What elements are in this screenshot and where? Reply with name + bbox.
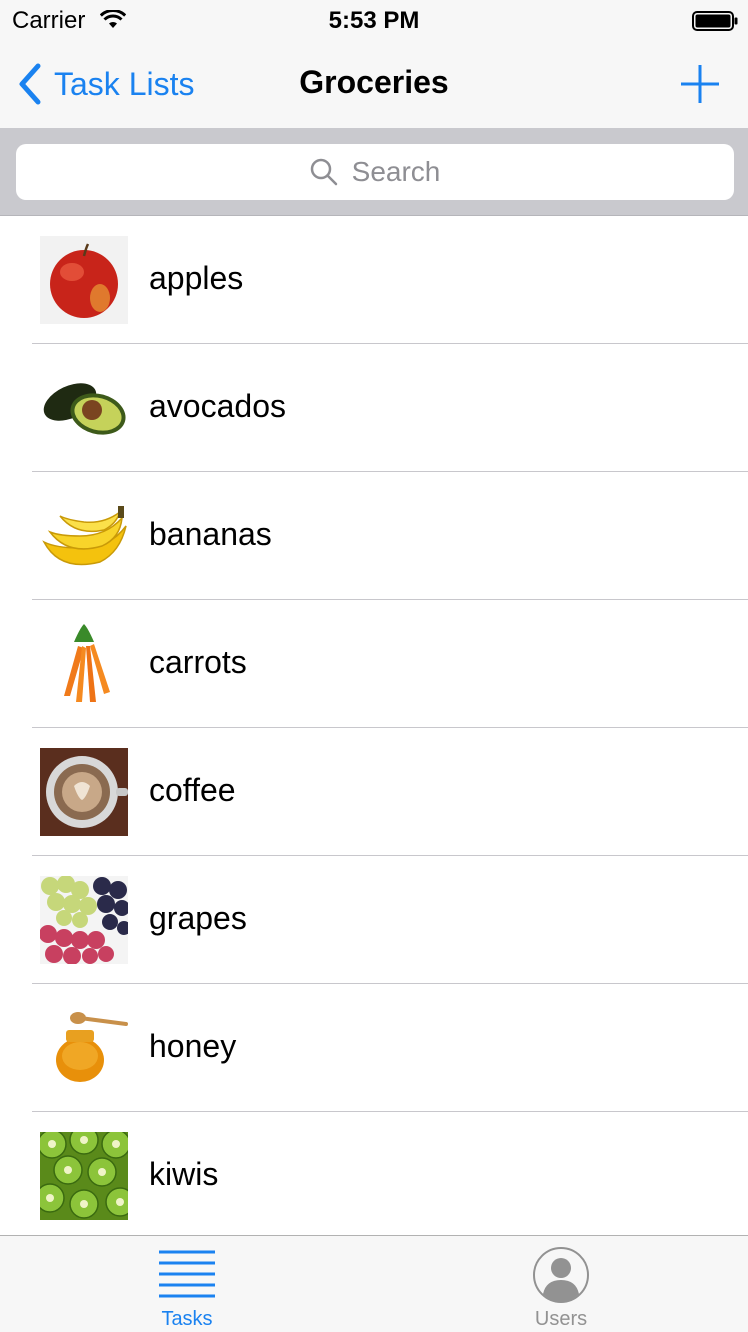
item-label: honey <box>149 1028 237 1064</box>
banana-image <box>40 492 128 580</box>
apple-image <box>40 236 128 324</box>
task-list: apples avocados bananas carrots coffee g… <box>0 216 748 1236</box>
navigation-bar: Task Lists Groceries <box>0 40 748 128</box>
search-icon <box>310 158 337 186</box>
tab-label-tasks: Tasks <box>161 1308 213 1330</box>
item-label: avocados <box>149 388 286 424</box>
tab-label-users: Users <box>534 1308 588 1330</box>
status-time: 5:53 PM <box>328 7 420 34</box>
item-label: coffee <box>149 772 236 808</box>
tab-tasks[interactable]: Tasks <box>0 1236 374 1332</box>
list-item[interactable]: kiwis <box>0 1112 748 1236</box>
item-label: grapes <box>149 900 247 936</box>
list-item[interactable]: carrots <box>0 600 748 728</box>
list-item[interactable]: grapes <box>0 856 748 984</box>
coffee-image <box>40 748 128 836</box>
item-label: apples <box>149 260 244 296</box>
list-item[interactable]: coffee <box>0 728 748 856</box>
item-label: carrots <box>149 644 247 680</box>
list-item[interactable]: avocados <box>0 344 748 472</box>
plus-icon[interactable] <box>676 60 724 108</box>
item-label: bananas <box>149 516 272 552</box>
kiwi-image <box>40 1132 128 1220</box>
back-button[interactable]: Task Lists <box>14 60 194 108</box>
carrot-image <box>40 620 128 708</box>
list-item[interactable]: honey <box>0 984 748 1112</box>
item-label: kiwis <box>149 1156 219 1192</box>
list-item[interactable]: apples <box>0 216 748 344</box>
chevron-left-icon <box>19 63 41 105</box>
search-placeholder: Search <box>351 156 441 187</box>
search-bar-container: Search <box>0 128 748 216</box>
user-icon <box>533 1247 589 1303</box>
back-button-label: Task Lists <box>54 65 195 102</box>
tab-bar: Tasks Users <box>0 1235 748 1332</box>
honey-image <box>40 1004 128 1092</box>
battery-icon <box>692 11 738 31</box>
tab-users[interactable]: Users <box>374 1236 748 1332</box>
avocado-image <box>40 364 128 452</box>
list-item[interactable]: bananas <box>0 472 748 600</box>
status-bar: Carrier 5:53 PM <box>0 0 748 40</box>
list-icon <box>159 1250 215 1298</box>
search-input[interactable]: Search <box>16 144 734 200</box>
grapes-image <box>40 876 128 964</box>
